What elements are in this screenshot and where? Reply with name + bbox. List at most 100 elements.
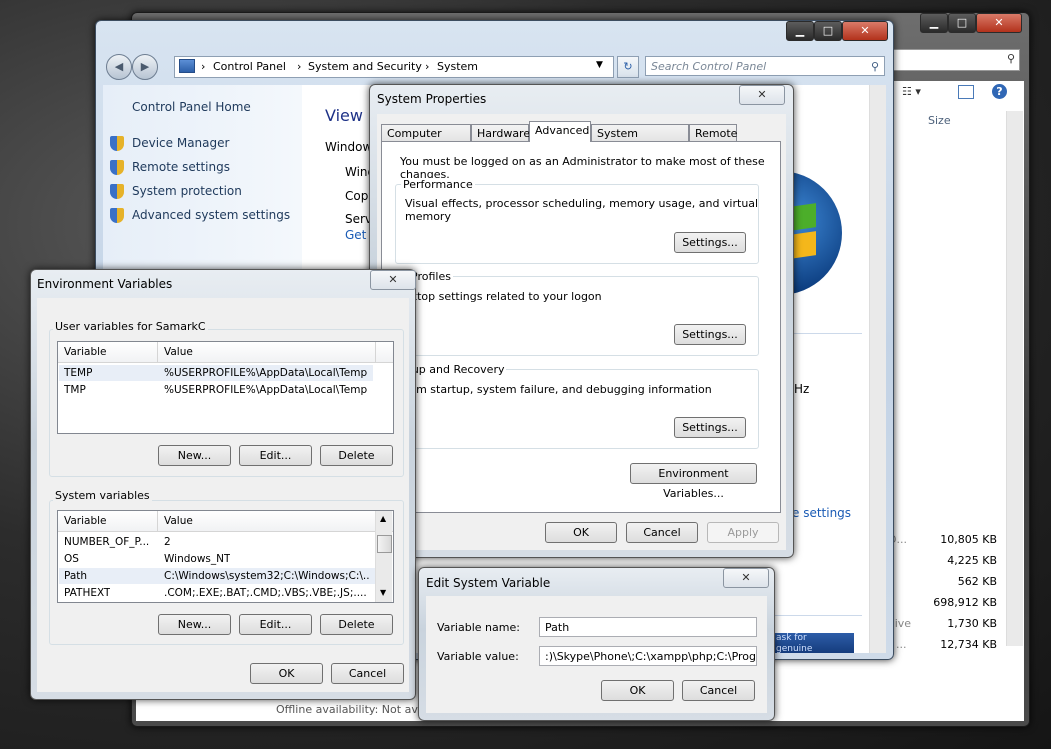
- variable-name: PATHEXT: [64, 587, 111, 599]
- list-item[interactable]: NUMBER_OF_P... 2: [59, 534, 375, 550]
- profiles-settings-button[interactable]: Settings...: [674, 324, 746, 345]
- ok-button[interactable]: OK: [601, 680, 674, 701]
- tab-advanced[interactable]: Advanced: [529, 121, 591, 142]
- system-protection-link[interactable]: System protection: [132, 184, 242, 198]
- cancel-button[interactable]: Cancel: [682, 680, 755, 701]
- remote-settings-link[interactable]: Remote settings: [132, 160, 230, 174]
- info-row: Serv: [345, 212, 373, 226]
- shield-icon: [110, 208, 124, 223]
- genuine-badge[interactable]: ask for genuine: [770, 633, 854, 654]
- dialog-body: Computer Name Hardware Advanced System P…: [377, 114, 786, 550]
- variable-value: %USERPROFILE%\AppData\Local\Temp: [164, 384, 368, 396]
- list-item[interactable]: OS Windows_NT: [59, 551, 375, 567]
- cancel-button[interactable]: Cancel: [331, 663, 404, 684]
- size-column-header[interactable]: Size: [928, 114, 951, 127]
- explorer-search-box[interactable]: ⚲: [892, 49, 1020, 71]
- cp-minimize-button[interactable]: ▁: [786, 21, 814, 41]
- cp-maximize-button[interactable]: □: [814, 21, 842, 41]
- variable-value: 2: [164, 536, 171, 548]
- system-list-scrollbar[interactable]: ▲ ▼: [375, 511, 392, 602]
- explorer-scrollbar[interactable]: [1006, 111, 1023, 646]
- preview-pane-icon[interactable]: [958, 85, 974, 99]
- offline-availability-text: Offline availability: Not av: [276, 703, 418, 716]
- scroll-down-arrow[interactable]: ▼: [380, 588, 386, 597]
- column-header-value[interactable]: Value: [164, 346, 193, 358]
- change-settings-link[interactable]: e settings: [792, 506, 851, 520]
- ok-button[interactable]: OK: [250, 663, 323, 684]
- apply-button[interactable]: Apply: [707, 522, 779, 543]
- breadcrumb-item[interactable]: System and Security: [308, 60, 422, 73]
- variable-value: Windows_NT: [164, 553, 231, 565]
- scroll-thumb[interactable]: [377, 535, 392, 553]
- dialog-body: User variables for SamarkC Variable Valu…: [37, 298, 409, 692]
- forward-button[interactable]: ▶: [132, 54, 158, 80]
- breadcrumb-item[interactable]: System: [437, 60, 478, 73]
- file-size: 698,912 KB: [933, 596, 997, 609]
- scroll-up-arrow[interactable]: ▲: [380, 514, 386, 523]
- search-input[interactable]: Search Control Panel ⚲: [645, 56, 885, 76]
- cancel-button[interactable]: Cancel: [626, 522, 698, 543]
- variable-value-field[interactable]: :)\Skype\Phone\;C:\xampp\php;C:\Program: [539, 646, 757, 666]
- close-button[interactable]: ✕: [723, 568, 769, 588]
- performance-settings-button[interactable]: Settings...: [674, 232, 746, 253]
- list-item[interactable]: TEMP %USERPROFILE%\AppData\Local\Temp: [59, 365, 373, 381]
- breadcrumb-separator: ›: [201, 60, 206, 73]
- cp-scrollbar[interactable]: [869, 85, 886, 653]
- file-size: 12,734 KB: [940, 638, 997, 651]
- device-manager-link[interactable]: Device Manager: [132, 136, 229, 150]
- user-delete-button[interactable]: Delete: [320, 445, 393, 466]
- dialog-title: Edit System Variable: [426, 576, 551, 590]
- environment-variables-button[interactable]: Environment Variables...: [630, 463, 757, 500]
- variable-name-label: Variable name:: [437, 621, 520, 634]
- user-edit-button[interactable]: Edit...: [239, 445, 312, 466]
- variable-name-field[interactable]: Path: [539, 617, 757, 637]
- variable-name: TMP: [64, 384, 86, 396]
- column-header-value[interactable]: Value: [164, 515, 193, 527]
- ok-button[interactable]: OK: [545, 522, 617, 543]
- group-description: sktop settings related to your logon: [405, 290, 602, 303]
- list-item[interactable]: Path C:\Windows\system32;C:\Windows;C:\.…: [59, 568, 375, 584]
- chevron-down-icon[interactable]: ▼: [596, 60, 603, 70]
- variable-name: NUMBER_OF_P...: [64, 536, 150, 548]
- list-item[interactable]: TMP %USERPROFILE%\AppData\Local\Temp: [59, 382, 373, 398]
- system-edit-button[interactable]: Edit...: [239, 614, 312, 635]
- tab-system-protection[interactable]: System Protection: [591, 124, 689, 158]
- system-new-button[interactable]: New...: [158, 614, 231, 635]
- tab-hardware[interactable]: Hardware: [471, 124, 530, 142]
- explorer-maximize-button[interactable]: □: [948, 13, 976, 33]
- dialog-title: Environment Variables: [37, 277, 173, 291]
- list-item[interactable]: PATHEXT .COM;.EXE;.BAT;.CMD;.VBS;.VBE;.J…: [59, 585, 375, 601]
- edit-system-variable-dialog: Edit System Variable ✕ Variable name: Pa…: [418, 567, 775, 721]
- user-new-button[interactable]: New...: [158, 445, 231, 466]
- tab-computer-name[interactable]: Computer Name: [381, 124, 471, 158]
- column-header-variable[interactable]: Variable: [64, 346, 107, 358]
- back-button[interactable]: ◀: [106, 54, 132, 80]
- close-button[interactable]: ✕: [739, 85, 785, 105]
- system-delete-button[interactable]: Delete: [320, 614, 393, 635]
- address-bar[interactable]: › Control Panel › System and Security › …: [174, 56, 614, 78]
- file-size: 10,805 KB: [940, 533, 997, 546]
- control-panel-home-link[interactable]: Control Panel Home: [132, 100, 251, 114]
- dialog-body: Variable name: Path Variable value: :)\S…: [426, 596, 767, 713]
- control-panel-icon: [179, 59, 195, 73]
- search-icon: ⚲: [1006, 52, 1015, 65]
- user-variables-list[interactable]: Variable Value TEMP %USERPROFILE%\AppDat…: [57, 341, 394, 434]
- explorer-close-button[interactable]: ✕: [976, 13, 1022, 33]
- explorer-minimize-button[interactable]: ▁: [920, 13, 948, 33]
- list-header: Variable Value: [58, 511, 393, 532]
- variable-name: TEMP: [64, 367, 93, 379]
- variable-value: .COM;.EXE;.BAT;.CMD;.VBS;.VBE;.JS;....: [164, 587, 367, 599]
- startup-settings-button[interactable]: Settings...: [674, 417, 746, 438]
- refresh-icon[interactable]: ↻: [617, 56, 639, 78]
- views-icon[interactable]: ☷ ▾: [902, 85, 921, 98]
- help-icon[interactable]: ?: [992, 84, 1007, 99]
- system-variables-list[interactable]: Variable Value NUMBER_OF_P... 2 OS Windo…: [57, 510, 394, 603]
- breadcrumb-item[interactable]: Control Panel: [213, 60, 286, 73]
- variable-value: C:\Windows\system32;C:\Windows;C:\...: [164, 570, 369, 582]
- tab-remote[interactable]: Remote: [689, 124, 737, 142]
- cp-close-button[interactable]: ✕: [842, 21, 888, 41]
- close-button[interactable]: ✕: [370, 270, 416, 290]
- group-title: Performance: [401, 178, 475, 191]
- advanced-system-settings-link[interactable]: Advanced system settings: [132, 208, 290, 222]
- column-header-variable[interactable]: Variable: [64, 515, 107, 527]
